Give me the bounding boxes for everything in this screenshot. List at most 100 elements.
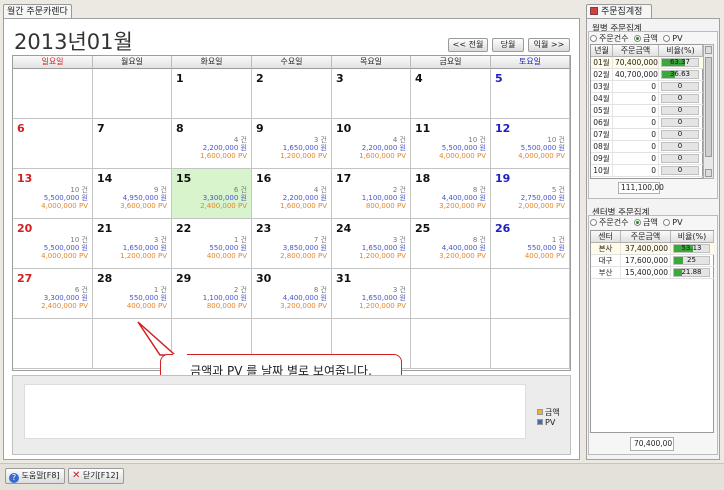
calendar-day-cell[interactable]	[13, 319, 93, 369]
order-count: 4 건	[233, 136, 247, 144]
center-radio-pv[interactable]: PV	[663, 218, 683, 227]
table-row[interactable]: 02월 40,700,000 36.63	[591, 69, 703, 81]
order-count: 10 건	[70, 186, 88, 194]
ratio-bar: 63.37	[661, 58, 699, 67]
monthly-radio-count[interactable]: 주문건수	[590, 34, 628, 43]
calendar-day-cell[interactable]: 4	[411, 69, 491, 119]
calendar-day-cell[interactable]	[411, 269, 491, 319]
calendar-day-cell[interactable]: 2	[252, 69, 332, 119]
scroll-thumb[interactable]	[705, 57, 712, 157]
calendar-day-cell[interactable]	[13, 69, 93, 119]
calendar-day-cell[interactable]: 22 1 건 550,000 원 400,000 PV	[172, 219, 252, 269]
table-row[interactable]: 대구 17,600,000 25	[591, 255, 714, 267]
calendar-day-cell[interactable]: 26 1 건 550,000 원 400,000 PV	[491, 219, 570, 269]
order-amount: 1,100,000 원	[361, 194, 406, 202]
scroll-up-icon[interactable]	[705, 46, 712, 54]
day-number: 7	[97, 122, 105, 135]
current-month-button[interactable]: 당월	[492, 38, 524, 52]
calendar-day-cell[interactable]: 23 7 건 3,850,000 원 2,800,000 PV	[252, 219, 332, 269]
calendar-day-cell[interactable]: 16 4 건 2,200,000 원 1,600,000 PV	[252, 169, 332, 219]
table-row[interactable]: 부산 15,400,000 21.88	[591, 267, 714, 279]
center-radio-count[interactable]: 주문건수	[590, 218, 628, 227]
order-count: 3 건	[392, 286, 406, 294]
day-number: 9	[256, 122, 264, 135]
calendar-day-cell[interactable]: 13 10 건 5,500,000 원 4,000,000 PV	[13, 169, 93, 219]
ratio-bar: 36.63	[661, 70, 699, 79]
help-button[interactable]: ? 도움말[F8]	[5, 468, 65, 484]
calendar-day-cell[interactable]: 12 10 건 5,500,000 원 4,000,000 PV	[491, 119, 570, 169]
calendar-day-cell[interactable]: 7	[93, 119, 172, 169]
tab-monthly-calendar[interactable]: 월간 주문카렌다	[3, 4, 72, 19]
calendar-day-cell[interactable]: 30 8 건 4,400,000 원 3,200,000 PV	[252, 269, 332, 319]
order-count: 8 건	[313, 286, 327, 294]
ratio-value: 0	[677, 118, 683, 126]
calendar-day-cell[interactable]: 21 3 건 1,650,000 원 1,200,000 PV	[93, 219, 172, 269]
calendar-day-cell[interactable]: 29 2 건 1,100,000 원 800,000 PV	[172, 269, 252, 319]
calendar-day-cell[interactable]: 5	[491, 69, 570, 119]
monthly-scrollbar[interactable]	[703, 44, 714, 179]
close-button[interactable]: ✕ 닫기[F12]	[68, 468, 124, 484]
table-row[interactable]: 10월 0 0	[591, 165, 703, 177]
order-pv: 400,000 PV	[206, 252, 247, 260]
calendar-day-cell[interactable]: 25 8 건 4,400,000 원 3,200,000 PV	[411, 219, 491, 269]
calendar-day-cell[interactable]: 27 6 건 3,300,000 원 2,400,000 PV	[13, 269, 93, 319]
ratio-value: 63.37	[669, 58, 691, 66]
table-row[interactable]: 03월 0 0	[591, 81, 703, 93]
calendar-day-cell[interactable]: 31 3 건 1,650,000 원 1,200,000 PV	[332, 269, 411, 319]
calendar-day-cell[interactable]: 28 1 건 550,000 원 400,000 PV	[93, 269, 172, 319]
tab-order-summary[interactable]: 주문집계정보	[586, 4, 652, 31]
calendar-day-cell[interactable]: 17 2 건 1,100,000 원 800,000 PV	[332, 169, 411, 219]
calendar-day-cell[interactable]	[491, 269, 570, 319]
table-row[interactable]: 09월 0 0	[591, 153, 703, 165]
table-row[interactable]: 05월 0 0	[591, 105, 703, 117]
help-icon: ?	[9, 473, 19, 483]
order-count: 3 건	[392, 236, 406, 244]
ratio-value: 0	[677, 106, 683, 114]
table-row[interactable]: 08월 0 0	[591, 141, 703, 153]
scroll-down-icon[interactable]	[705, 169, 712, 177]
calendar-day-cell[interactable]: 9 3 건 1,650,000 원 1,200,000 PV	[252, 119, 332, 169]
day-number: 2	[256, 72, 264, 85]
day-number: 25	[415, 222, 431, 235]
monthly-radio-amount[interactable]: 금액	[634, 34, 658, 43]
ratio-bar: 0	[661, 142, 699, 151]
calendar-day-cell[interactable]	[411, 319, 491, 369]
calendar-day-cell[interactable]	[491, 319, 570, 369]
calendar-day-cell[interactable]: 19 5 건 2,750,000 원 2,000,000 PV	[491, 169, 570, 219]
weekday-header: 목요일	[332, 56, 411, 69]
order-amount: 4,400,000 원	[441, 194, 486, 202]
table-row[interactable]: 04월 0 0	[591, 93, 703, 105]
day-number: 28	[97, 272, 113, 285]
calendar-day-cell[interactable]: 24 3 건 1,650,000 원 1,200,000 PV	[332, 219, 411, 269]
legend-amount: 금액	[537, 407, 560, 418]
calendar-day-cell[interactable]	[93, 69, 172, 119]
day-number: 27	[17, 272, 33, 285]
order-pv: 2,400,000 PV	[41, 302, 88, 310]
calendar-day-cell[interactable]: 1	[172, 69, 252, 119]
calendar-day-cell[interactable]: 18 8 건 4,400,000 원 3,200,000 PV	[411, 169, 491, 219]
calendar-day-cell[interactable]: 14 9 건 4,950,000 원 3,600,000 PV	[93, 169, 172, 219]
center-radio-amount[interactable]: 금액	[634, 218, 658, 227]
order-pv: 1,600,000 PV	[280, 202, 327, 210]
order-count: 4 건	[313, 186, 327, 194]
monthly-radio-pv[interactable]: PV	[663, 34, 683, 43]
table-row[interactable]: 본사 37,400,000 53.13	[591, 243, 714, 255]
order-amount: 2,200,000 원	[202, 144, 247, 152]
table-row[interactable]: 01월 70,400,000 63.37	[591, 57, 703, 69]
calendar-day-cell[interactable]: 20 10 건 5,500,000 원 4,000,000 PV	[13, 219, 93, 269]
calendar-day-cell[interactable]: 3	[332, 69, 411, 119]
prev-month-button[interactable]: << 전월	[448, 38, 488, 52]
calendar-day-cell[interactable]: 15 6 건 3,300,000 원 2,400,000 PV	[172, 169, 252, 219]
table-row[interactable]: 07월 0 0	[591, 129, 703, 141]
calendar-day-cell[interactable]: 6	[13, 119, 93, 169]
calendar-day-cell[interactable]: 11 10 건 5,500,000 원 4,000,000 PV	[411, 119, 491, 169]
ratio-bar: 25	[673, 256, 710, 265]
calendar-day-cell[interactable]: 8 4 건 2,200,000 원 1,600,000 PV	[172, 119, 252, 169]
next-month-button[interactable]: 익월 >>	[528, 38, 570, 52]
order-amount: 3,300,000 원	[43, 294, 88, 302]
order-count: 8 건	[472, 236, 486, 244]
order-pv: 3,600,000 PV	[120, 202, 167, 210]
calendar-day-cell[interactable]: 10 4 건 2,200,000 원 1,600,000 PV	[332, 119, 411, 169]
order-amount: 3,850,000 원	[282, 244, 327, 252]
table-row[interactable]: 06월 0 0	[591, 117, 703, 129]
